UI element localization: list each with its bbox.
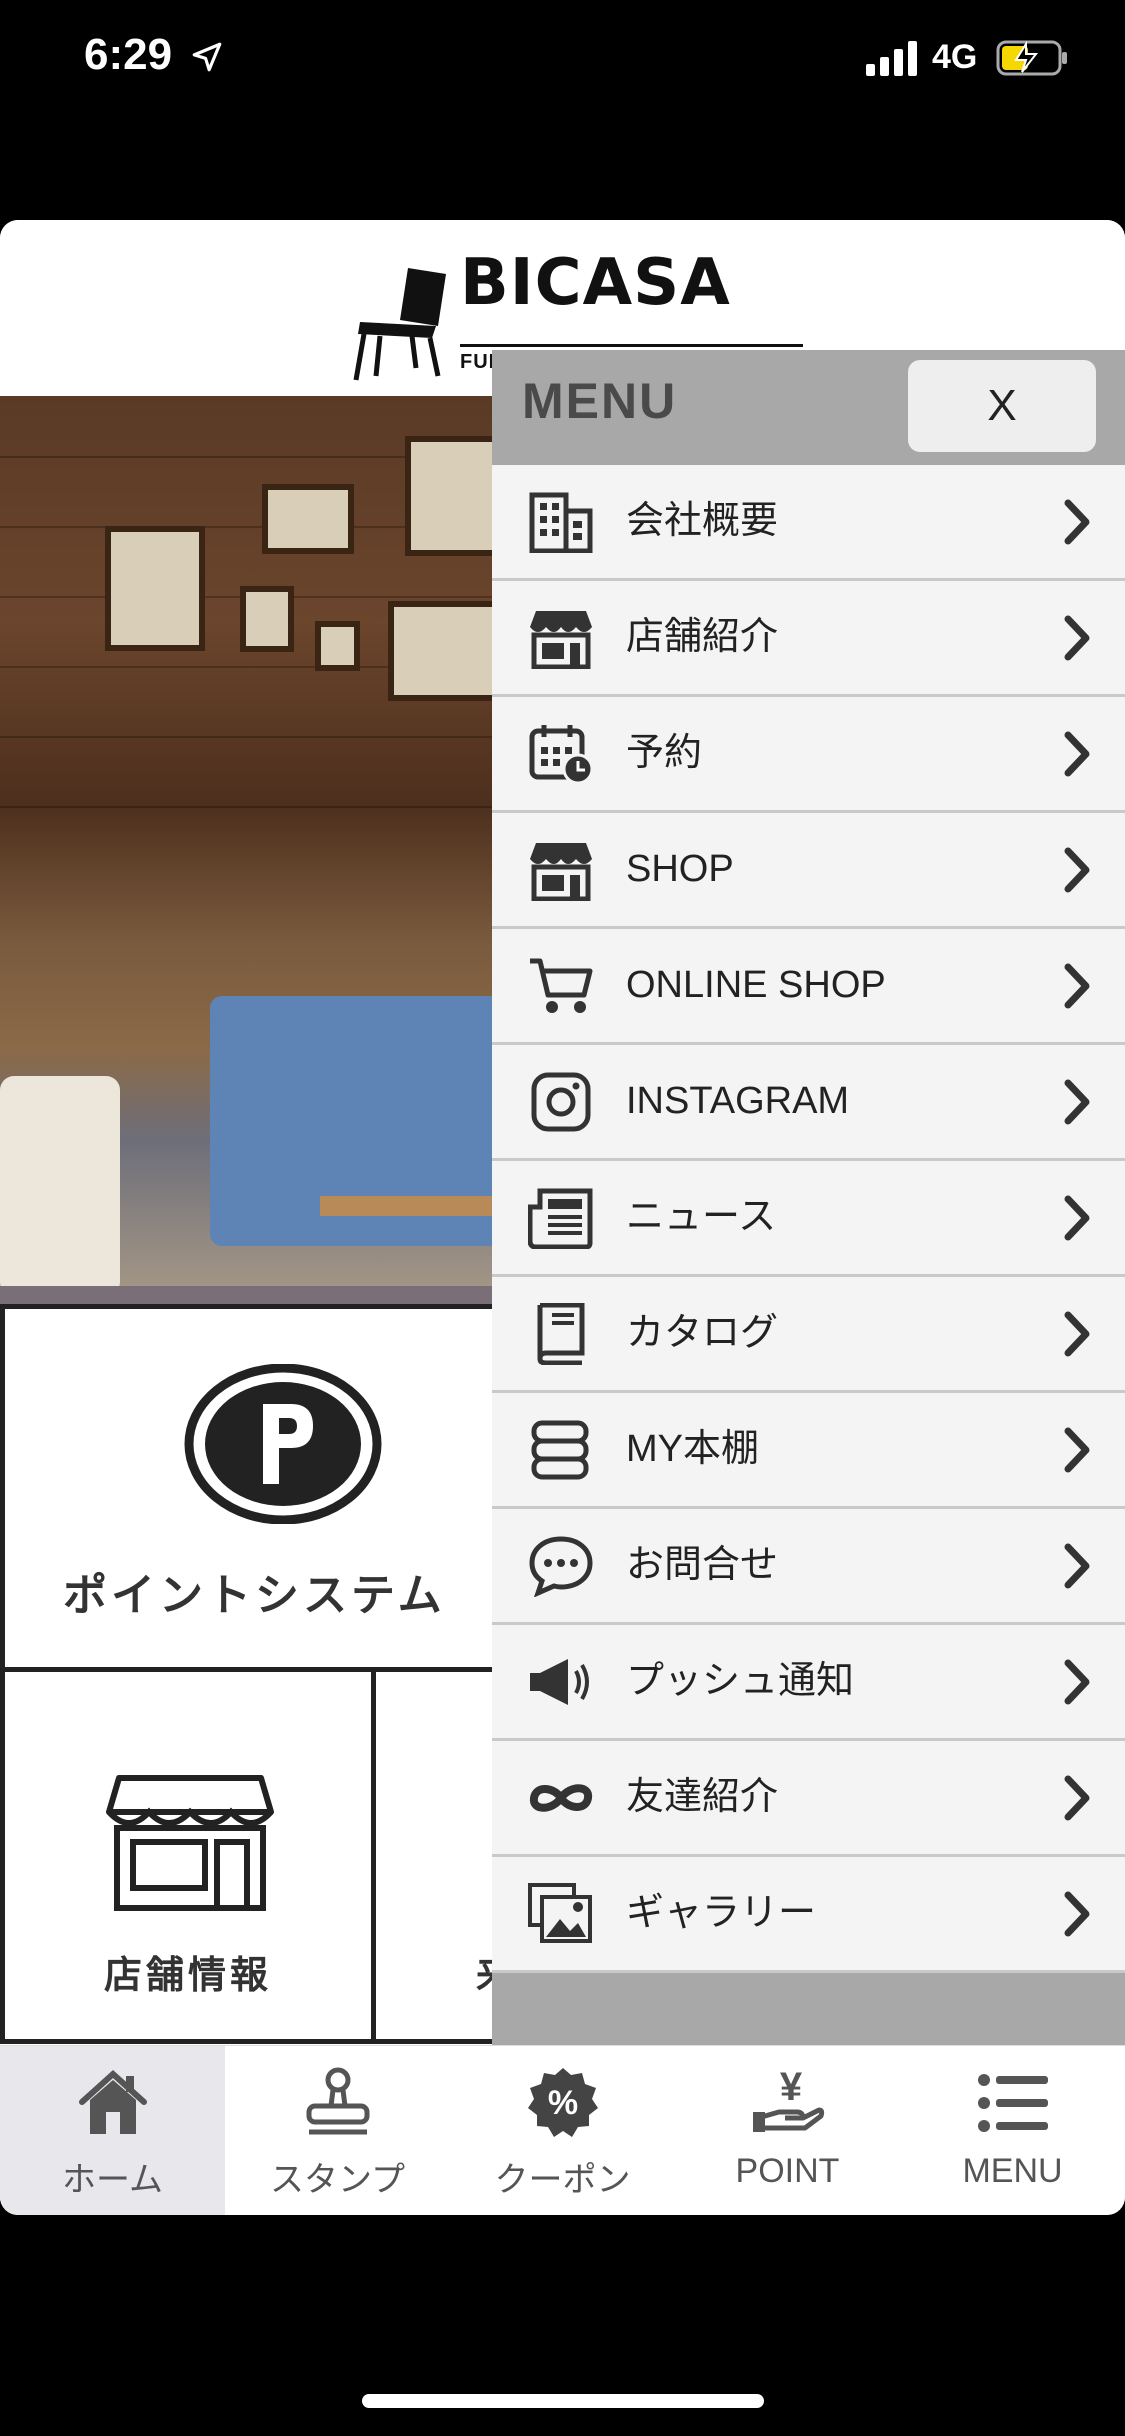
chevron-right-icon: [1062, 1891, 1092, 1937]
third-tile[interactable]: 来: [371, 1667, 514, 2044]
menu-header: MENU X: [492, 350, 1125, 465]
status-time: 6:29: [84, 30, 173, 79]
menu-item[interactable]: ニュース: [492, 1161, 1125, 1277]
menu-item[interactable]: 店舗紹介: [492, 581, 1125, 697]
stamp-icon: [301, 2066, 375, 2140]
coupon-icon: %: [526, 2066, 600, 2140]
menu-title: MENU: [522, 373, 678, 429]
cart-icon: [528, 955, 594, 1017]
menu-close-button[interactable]: X: [908, 360, 1096, 452]
brand-name: BICASA: [460, 246, 731, 320]
status-bar: 6:29 4G: [0, 0, 1125, 120]
storefront-icon: [106, 1775, 274, 1911]
menu-item-label: 友達紹介: [626, 1776, 779, 1818]
chevron-right-icon: [1062, 1427, 1092, 1473]
chevron-right-icon: [1062, 847, 1092, 893]
chevron-right-icon: [1062, 1195, 1092, 1241]
menu-item-label: MY本棚: [626, 1428, 760, 1470]
svg-text:%: %: [548, 2084, 578, 2122]
menu-item-label: ONLINE SHOP: [626, 964, 886, 1006]
chevron-right-icon: [1062, 615, 1092, 661]
menu-item[interactable]: ギャラリー: [492, 1857, 1125, 1973]
tab-label: クーポン: [494, 2161, 631, 2199]
home-icon: [76, 2066, 150, 2140]
list-icon: [976, 2066, 1050, 2140]
menu-item-label: INSTAGRAM: [626, 1080, 850, 1122]
menu-item-label: 店舗紹介: [626, 616, 779, 658]
network-type: 4G: [932, 38, 978, 76]
menu-item-label: ニュース: [626, 1196, 777, 1238]
menu-item-label: カタログ: [626, 1312, 779, 1354]
tab-label: スタンプ: [270, 2161, 405, 2199]
tab-home[interactable]: ホーム: [0, 2046, 225, 2215]
store-info-tile[interactable]: 店舗情報: [0, 1667, 376, 2044]
chevron-right-icon: [1062, 731, 1092, 777]
chevron-right-icon: [1062, 499, 1092, 545]
chevron-right-icon: [1062, 1543, 1092, 1589]
menu-item[interactable]: 予約: [492, 697, 1125, 813]
building-icon: [528, 491, 594, 554]
menu-item-label: 会社概要: [626, 500, 779, 542]
chevron-right-icon: [1062, 1659, 1092, 1705]
chair-icon: [353, 268, 446, 381]
point-p-icon: [184, 1364, 382, 1524]
home-indicator[interactable]: [362, 2394, 764, 2408]
menu-item[interactable]: ONLINE SHOP: [492, 929, 1125, 1045]
chevron-right-icon: [1062, 1775, 1092, 1821]
menu-item-label: 予約: [626, 732, 703, 774]
battery-charging-icon: [996, 40, 1067, 76]
calendar-clock-icon: [528, 723, 594, 785]
menu-item[interactable]: MY本棚: [492, 1393, 1125, 1509]
point-system-label: ポイントシステム: [63, 1571, 446, 1620]
menu-list: 会社概要店舗紹介予約 SHOP ONLINE SHOP INSTAGRAM ニュースカタ…: [492, 465, 1125, 1973]
instagram-icon: [528, 1071, 594, 1133]
menu-item-label: SHOP: [626, 848, 734, 890]
chevron-right-icon: [1062, 1079, 1092, 1125]
newspaper-icon: [527, 1187, 594, 1250]
infinity-icon: [528, 1767, 594, 1829]
store-info-label: 店舗情報: [103, 1955, 272, 1997]
signal-icon: [866, 41, 917, 76]
point-system-tile[interactable]: ポイントシステム: [0, 1304, 500, 1672]
menu-item[interactable]: プッシュ通知: [492, 1625, 1125, 1741]
tab-label: ホーム: [62, 2161, 163, 2199]
menu-item[interactable]: INSTAGRAM: [492, 1045, 1125, 1161]
tab-menu[interactable]: MENU: [900, 2046, 1125, 2215]
yen-hand-icon: ¥: [751, 2065, 825, 2140]
side-menu: MENU X 会社概要店舗紹介予約 SHOP ONLINE SHOP INSTAGRA…: [492, 350, 1125, 2045]
menu-item[interactable]: 会社概要: [492, 465, 1125, 581]
menu-item[interactable]: お問合せ: [492, 1509, 1125, 1625]
app-screen: BICASA FURNITURE & INTERIOR GOODS ポイントシス…: [0, 220, 1125, 2215]
menu-item[interactable]: SHOP: [492, 813, 1125, 929]
megaphone-icon: [528, 1651, 594, 1713]
tab-bar: ホーム スタンプ% クーポン ¥ POINT MENU: [0, 2045, 1125, 2215]
tab-label: POINT: [735, 2152, 840, 2190]
menu-item-label: プッシュ通知: [626, 1660, 855, 1702]
tab-label: MENU: [962, 2152, 1063, 2190]
storefront-icon: [528, 839, 594, 902]
chevron-right-icon: [1062, 1311, 1092, 1357]
tab-coupon[interactable]: % クーポン: [450, 2046, 675, 2215]
tab-point[interactable]: ¥ POINT: [675, 2046, 900, 2215]
storefront-icon: [528, 607, 594, 670]
location-arrow-icon: [192, 42, 222, 72]
gallery-icon: [528, 1883, 594, 1945]
tab-stamp[interactable]: スタンプ: [225, 2046, 450, 2215]
menu-item[interactable]: カタログ: [492, 1277, 1125, 1393]
book-icon: [528, 1302, 594, 1366]
menu-item-label: お問合せ: [626, 1544, 779, 1586]
chat-bubble-icon: [528, 1535, 594, 1598]
bookshelf-icon: [528, 1419, 594, 1481]
svg-text:¥: ¥: [780, 2066, 803, 2109]
hero-photo: [0, 396, 500, 1304]
menu-item[interactable]: 友達紹介: [492, 1741, 1125, 1857]
chevron-right-icon: [1062, 963, 1092, 1009]
menu-item-label: ギャラリー: [626, 1892, 817, 1934]
